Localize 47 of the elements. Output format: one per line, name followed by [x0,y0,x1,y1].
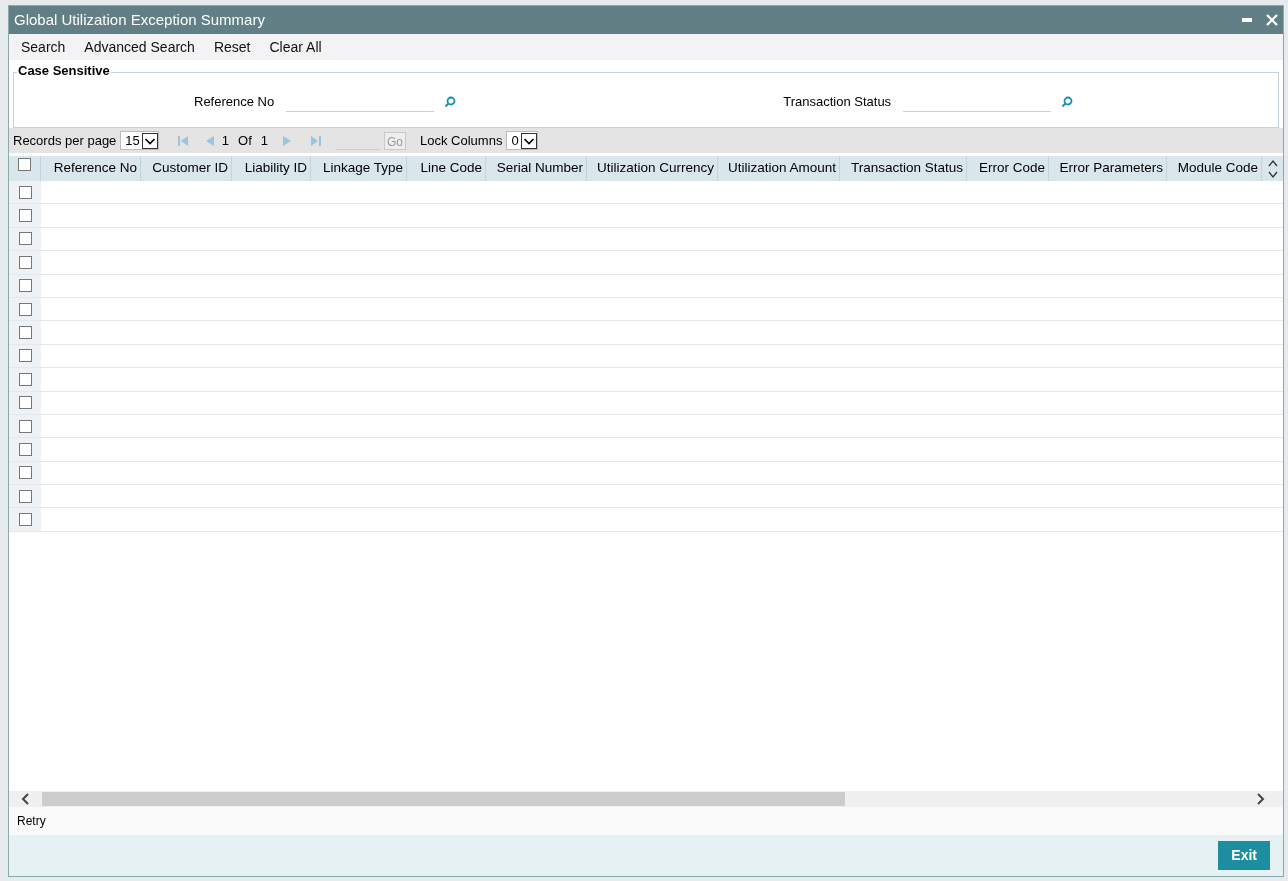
last-page-icon[interactable] [310,134,322,147]
toolbar-button[interactable]: Clear All [269,36,322,58]
next-page-icon[interactable] [282,134,292,147]
toolbar-button[interactable]: Reset [213,36,251,58]
search-icon[interactable] [1061,96,1074,108]
checkbox[interactable] [18,185,32,199]
checkbox[interactable] [18,279,32,293]
close-icon[interactable] [1266,14,1278,26]
of-label: Of [238,131,252,150]
previous-page-icon[interactable] [204,134,215,147]
minimize-icon[interactable] [1242,18,1252,22]
horizontal-scrollbar[interactable] [9,791,1283,807]
records-label: Records per page [13,131,117,150]
field-label: Reference No [194,93,275,112]
checkbox[interactable] [18,372,32,386]
checkbox[interactable] [18,513,32,527]
first-page-icon[interactable] [176,134,189,147]
checkbox[interactable] [18,466,32,480]
toolbar-button[interactable]: Advanced Search [84,36,195,58]
exit-button[interactable]: Exit [1218,841,1270,870]
total-pages: 1 [260,131,268,150]
lock-columns-select[interactable]: 0 [506,131,538,150]
field-label: Transaction Status [783,93,892,112]
scroll-right-icon[interactable] [1256,793,1265,805]
search-icon[interactable] [444,96,457,108]
checkbox[interactable] [18,489,32,503]
window-title: Global Utilization Exception Summary [14,9,265,30]
checkbox[interactable] [18,349,32,363]
checkbox[interactable] [18,302,32,316]
checkbox[interactable] [18,326,32,340]
scrollbar-thumb[interactable] [42,792,845,806]
checkbox[interactable] [18,158,31,171]
lock-columns-label: Lock Columns [420,131,503,150]
checkbox[interactable] [18,232,32,246]
current-page: 1 [221,131,230,150]
checkbox[interactable] [18,209,32,223]
records-per-page-select[interactable]: 15 [120,131,159,150]
scroll-left-icon[interactable] [21,793,30,805]
toolbar-button[interactable]: Search [21,36,66,58]
checkbox[interactable] [18,443,32,456]
panel-legend: Case Sensitive [17,64,111,77]
dropdown-caret-icon [141,132,158,149]
status-text: Retry [17,813,46,830]
checkbox[interactable] [18,255,32,269]
checkbox[interactable] [18,419,32,433]
checkbox[interactable] [18,396,32,410]
dropdown-caret-icon [520,132,537,149]
